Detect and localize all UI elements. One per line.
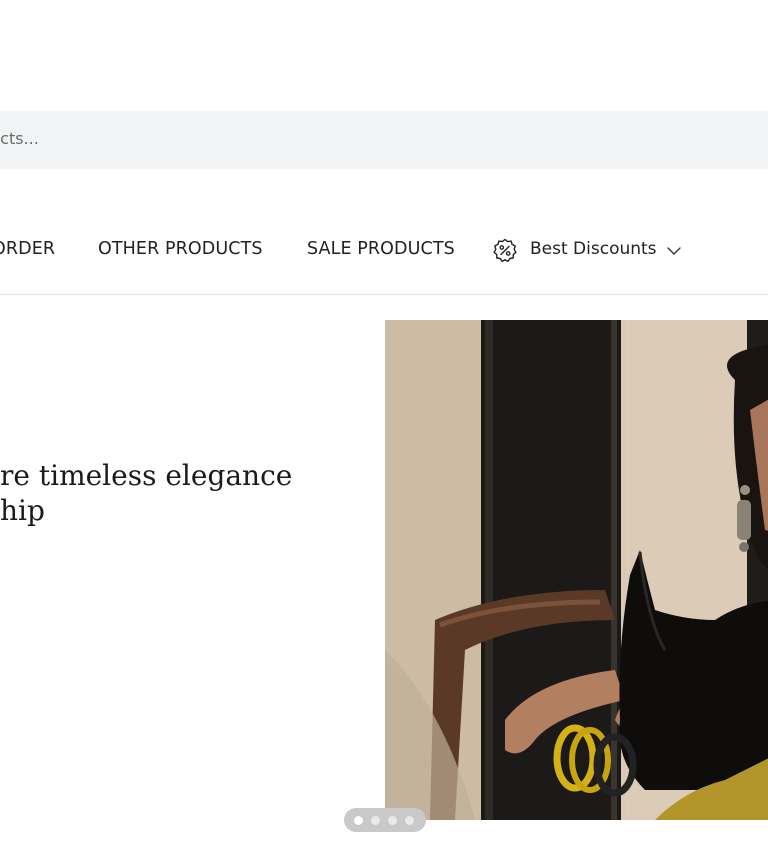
- carousel-pagination: [344, 808, 426, 832]
- nav-item-order[interactable]: ORDER: [0, 239, 55, 259]
- nav-divider: [0, 294, 768, 295]
- best-discounts-label: Best Discounts: [530, 239, 657, 259]
- hero-photo-illustration: [385, 320, 768, 820]
- hero-image: [385, 320, 768, 820]
- search-input-area[interactable]: [0, 111, 768, 169]
- page: ucts... ORDER OTHER PRODUCTS SALE PRODUC…: [0, 0, 768, 865]
- chevron-down-icon: [667, 247, 681, 255]
- hero-line-1: re timeless elegance: [0, 459, 293, 492]
- carousel-dot-2[interactable]: [371, 816, 380, 825]
- nav-item-sale-products[interactable]: SALE PRODUCTS: [307, 239, 455, 259]
- hero-heading: re timeless elegance hip: [0, 458, 292, 528]
- search-input[interactable]: ucts...: [0, 129, 39, 148]
- search-placeholder: ucts...: [0, 129, 39, 148]
- carousel-dot-4[interactable]: [405, 816, 414, 825]
- discount-badge-icon: [493, 238, 517, 263]
- carousel-dot-3[interactable]: [388, 816, 397, 825]
- nav-item-other-products[interactable]: OTHER PRODUCTS: [98, 239, 263, 259]
- hero-line-2: hip: [0, 494, 45, 527]
- carousel-dot-1[interactable]: [354, 816, 363, 825]
